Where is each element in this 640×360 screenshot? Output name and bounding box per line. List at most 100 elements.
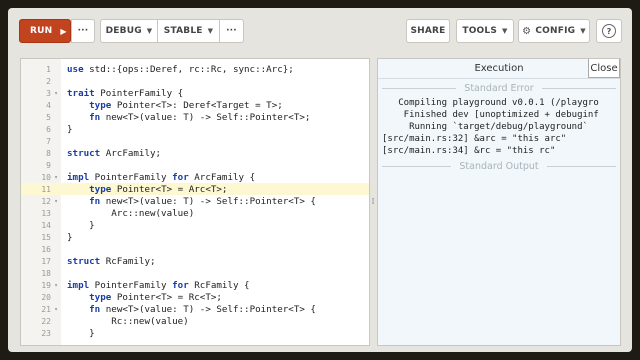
- code-line[interactable]: 11 type Pointer<T> = Arc<T>;: [21, 183, 369, 195]
- code-text: fn new<T>(value: T) -> Self::Pointer<T>;: [89, 111, 311, 123]
- line-number: 10: [41, 172, 51, 182]
- code-text: struct ArcFamily;: [67, 147, 162, 159]
- channel-button[interactable]: STABLE ▼: [158, 19, 220, 43]
- line-number: 12: [41, 196, 51, 206]
- code-line[interactable]: 19 ▾ impl PointerFamily for RcFamily {: [21, 279, 369, 291]
- fold-toggle-icon[interactable]: ▾: [51, 198, 61, 205]
- chevron-down-icon: ▼: [146, 27, 153, 35]
- line-number: 22: [41, 316, 51, 326]
- code-line[interactable]: 17 struct RcFamily;: [21, 255, 369, 267]
- code-editor[interactable]: 1 use std::{ops::Deref, rc::Rc, sync::Arc…: [20, 58, 370, 346]
- code-line[interactable]: 12 ▾ fn new<T>(value: T) -> Self::Pointer…: [21, 195, 369, 207]
- code-text: fn new<T>(value: T) -> Self::Pointer<T> …: [89, 303, 316, 315]
- line-number: 6: [46, 124, 51, 134]
- code-line[interactable]: 7: [21, 135, 369, 147]
- config-label: CONFIG: [535, 26, 576, 36]
- line-number: 5: [46, 112, 51, 122]
- stable-label: STABLE: [163, 26, 203, 36]
- tools-button[interactable]: TOOLS ▼: [456, 19, 514, 43]
- line-number: 14: [41, 220, 51, 230]
- stderr-output: Compiling playground v0.0.1 (/playgro Fi…: [378, 97, 620, 157]
- code-text: impl PointerFamily for ArcFamily {: [67, 171, 256, 183]
- line-number: 15: [41, 232, 51, 242]
- line-number: 17: [41, 256, 51, 266]
- advanced-options-button[interactable]: ···: [220, 19, 244, 43]
- output-pane: Execution Close Standard Error Compiling…: [377, 58, 621, 346]
- code-line[interactable]: 23 }: [21, 327, 369, 339]
- run-label: RUN: [30, 26, 53, 36]
- stderr-line: [src/main.rs:32] &arc = "this arc": [382, 134, 567, 144]
- code-line[interactable]: 9: [21, 159, 369, 171]
- code-text: }: [67, 123, 73, 135]
- code-text: fn new<T>(value: T) -> Self::Pointer<T> …: [89, 195, 316, 207]
- fold-toggle-icon[interactable]: ▾: [51, 282, 61, 289]
- code-lines: 1 use std::{ops::Deref, rc::Rc, sync::Arc…: [21, 63, 369, 339]
- toolbar: RUN ▶ ··· DEBUG ▼ STABLE ▼ ··· SHARE TOO…: [8, 8, 632, 54]
- chevron-down-icon: ▼: [502, 27, 508, 35]
- chevron-down-icon: ▼: [207, 27, 214, 35]
- code-text: struct RcFamily;: [67, 255, 156, 267]
- line-number: 3: [46, 88, 51, 98]
- code-line[interactable]: 6}: [21, 123, 369, 135]
- config-button[interactable]: ⚙ CONFIG ▼: [518, 19, 590, 43]
- line-number: 4: [46, 100, 51, 110]
- run-button[interactable]: RUN ▶: [19, 19, 71, 43]
- code-text: Arc::new(value): [67, 207, 195, 219]
- line-number: 23: [41, 328, 51, 338]
- line-number: 11: [41, 184, 51, 194]
- line-number: 19: [41, 280, 51, 290]
- code-line[interactable]: 3 ▾ trait PointerFamily {: [21, 87, 369, 99]
- code-line[interactable]: 8 struct ArcFamily;: [21, 147, 369, 159]
- code-line[interactable]: 16: [21, 243, 369, 255]
- code-line[interactable]: 22 Rc::new(value): [21, 315, 369, 327]
- help-button[interactable]: ?: [596, 19, 622, 43]
- output-header: Execution Close: [378, 59, 620, 79]
- code-line[interactable]: 20 type Pointer<T> = Rc<T>;: [21, 291, 369, 303]
- share-button[interactable]: SHARE: [406, 19, 450, 43]
- debug-mode-button[interactable]: DEBUG ▼: [100, 19, 158, 43]
- line-number: 13: [41, 208, 51, 218]
- stderr-line: Running `target/debug/playground`: [382, 122, 588, 132]
- code-line[interactable]: 1 use std::{ops::Deref, rc::Rc, sync::Arc…: [21, 63, 369, 75]
- drag-handle-icon: ⁞: [371, 197, 375, 207]
- code-line[interactable]: 14 }: [21, 219, 369, 231]
- code-line[interactable]: 13 Arc::new(value): [21, 207, 369, 219]
- code-line[interactable]: 4 type Pointer<T>: Deref<Target = T>;: [21, 99, 369, 111]
- code-line[interactable]: 2: [21, 75, 369, 87]
- tools-label: TOOLS: [462, 26, 498, 36]
- stderr-line: Compiling playground v0.0.1 (/playgro: [382, 98, 599, 108]
- code-text: Rc::new(value): [67, 315, 189, 327]
- run-more-button[interactable]: ···: [71, 19, 95, 43]
- chevron-down-icon: ▼: [580, 27, 586, 35]
- fold-toggle-icon[interactable]: ▾: [51, 174, 61, 181]
- code-text: type Pointer<T> = Rc<T>;: [89, 291, 222, 303]
- close-output-button[interactable]: Close: [588, 59, 620, 78]
- code-line[interactable]: 15}: [21, 231, 369, 243]
- code-line[interactable]: 5 fn new<T>(value: T) -> Self::Pointer<T…: [21, 111, 369, 123]
- line-number: 21: [41, 304, 51, 314]
- line-number: 18: [41, 268, 51, 278]
- line-number: 16: [41, 244, 51, 254]
- line-number: 2: [46, 76, 51, 86]
- code-text: use std::{ops::Deref, rc::Rc, sync::Arc}…: [67, 63, 294, 75]
- code-text: type Pointer<T> = Arc<T>;: [89, 183, 228, 195]
- playground-window: RUN ▶ ··· DEBUG ▼ STABLE ▼ ··· SHARE TOO…: [8, 8, 632, 352]
- code-line[interactable]: 10 ▾ impl PointerFamily for ArcFamily {: [21, 171, 369, 183]
- line-number: 7: [46, 136, 51, 146]
- code-line[interactable]: 21 ▾ fn new<T>(value: T) -> Self::Pointer…: [21, 303, 369, 315]
- line-number: 8: [46, 148, 51, 158]
- code-text: }: [67, 219, 95, 231]
- debug-label: DEBUG: [105, 26, 142, 36]
- fold-toggle-icon[interactable]: ▾: [51, 306, 61, 313]
- code-text: }: [67, 231, 73, 243]
- output-title: Execution: [474, 63, 524, 74]
- fold-toggle-icon[interactable]: ▾: [51, 90, 61, 97]
- code-text: impl PointerFamily for RcFamily {: [67, 279, 250, 291]
- help-icon: ?: [602, 24, 616, 38]
- code-line[interactable]: 18: [21, 267, 369, 279]
- stderr-heading: Standard Error: [382, 81, 616, 95]
- pane-resize-handle[interactable]: ⁞: [370, 58, 376, 346]
- code-text: type Pointer<T>: Deref<Target = T>;: [89, 99, 283, 111]
- code-text: }: [67, 327, 95, 339]
- code-text: trait PointerFamily {: [67, 87, 184, 99]
